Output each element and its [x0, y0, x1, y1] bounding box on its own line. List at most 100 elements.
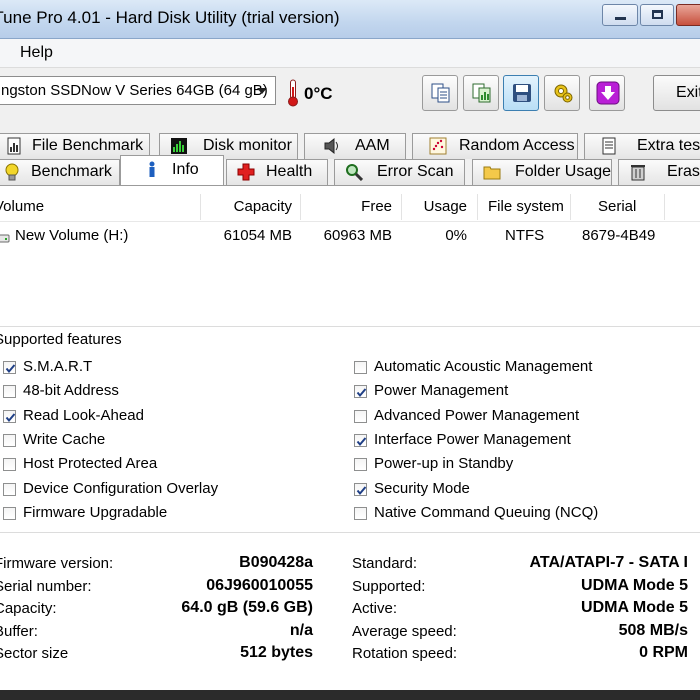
feature-row[interactable]: Firmware Upgradable [3, 504, 303, 524]
checkbox-unchecked[interactable] [3, 385, 16, 399]
tab-random-access[interactable]: Random Access [412, 133, 578, 159]
column-header-usage[interactable]: Usage [401, 198, 467, 215]
feature-row[interactable]: Host Protected Area [3, 455, 303, 475]
copy-screenshot-button[interactable] [463, 75, 499, 111]
copy-text-icon [431, 83, 450, 103]
section-divider [0, 326, 700, 327]
detail-value: ATA/ATAPI-7 - SATA I [529, 554, 689, 571]
feature-row[interactable]: Device Configuration Overlay [3, 480, 303, 500]
checkmark-icon [356, 485, 367, 495]
close-button[interactable] [676, 4, 700, 26]
tab-extra-tests[interactable]: Extra tests [584, 133, 700, 159]
section-divider [0, 532, 700, 533]
feature-row[interactable]: 48-bit Address [3, 382, 303, 402]
tab-benchmark[interactable]: Benchmark [0, 159, 120, 185]
column-divider [477, 194, 478, 220]
checkbox-unchecked[interactable] [354, 458, 367, 472]
window-bottom-edge [0, 690, 700, 700]
tab-label: Random Access [459, 137, 575, 154]
feature-row[interactable]: Read Look-Ahead [3, 407, 303, 427]
exit-button[interactable]: Exit [653, 75, 700, 111]
feature-label: S.M.A.R.T [23, 358, 93, 375]
feature-label: Power-up in Standby [374, 455, 514, 473]
maximize-button[interactable] [640, 4, 674, 26]
tab-label: Health [266, 163, 313, 180]
tab-folder-usage[interactable]: Folder Usage [472, 159, 612, 185]
volume-usage: 0% [445, 227, 467, 244]
checkmark-icon [356, 388, 367, 398]
trash-icon [631, 165, 645, 181]
tab-error-scan[interactable]: Error Scan [334, 159, 465, 185]
detail-label: Buffer: [0, 622, 38, 640]
checkbox-unchecked[interactable] [3, 433, 16, 447]
tab-label: Erase [667, 163, 700, 180]
feature-row[interactable]: Security Mode [354, 480, 654, 500]
temperature-value: 0°C [304, 84, 333, 103]
column-header-file-system[interactable]: File system [488, 198, 564, 215]
options-icon [554, 84, 573, 103]
feature-row[interactable]: Advanced Power Management [354, 407, 654, 427]
feature-row[interactable]: Interface Power Management [354, 431, 654, 451]
tab-health[interactable]: Health [226, 159, 328, 185]
detail-value: 64.0 gB (59.6 GB) [181, 599, 313, 617]
supported-features-title: Supported features [0, 331, 122, 348]
column-header-volume[interactable]: Volume [0, 198, 44, 215]
tab-erase[interactable]: Erase [618, 159, 700, 185]
options-button[interactable] [544, 75, 580, 111]
copy-text-button[interactable] [422, 75, 458, 111]
feature-label: Device Configuration Overlay [23, 479, 219, 497]
checkmark-icon [356, 437, 367, 446]
tab-aam[interactable]: AAM [304, 133, 406, 159]
tab-label: Error Scan [377, 163, 454, 180]
checkbox-checked[interactable] [354, 433, 367, 447]
menu-item-help[interactable]: Help [20, 44, 53, 62]
feature-label: Read Look-Ahead [23, 406, 144, 424]
checkbox-unchecked[interactable] [354, 361, 367, 374]
feature-row[interactable]: Native Command Queuing (NCQ) [354, 504, 654, 524]
feature-row[interactable]: Power-up in Standby [354, 455, 654, 475]
tab-label: Benchmark [31, 163, 112, 180]
download-button[interactable] [589, 75, 625, 111]
drive-select-value: ngston SSDNow V Series 64GB (64 gB) [1, 82, 268, 99]
health-cross-icon [237, 163, 255, 181]
column-header-serial[interactable]: Serial [598, 198, 636, 215]
lightbulb-icon [5, 163, 19, 181]
checkbox-checked[interactable] [354, 482, 367, 496]
maximize-icon [652, 10, 663, 19]
info-icon [149, 161, 155, 177]
detail-label: Firmware version: [0, 555, 114, 572]
checkbox-unchecked[interactable] [354, 506, 367, 520]
detail-value: 512 bytes [240, 644, 313, 662]
feature-row[interactable]: Write Cache [3, 431, 303, 451]
feature-label: Security Mode [374, 479, 470, 497]
checkbox-checked[interactable] [3, 409, 16, 423]
checkbox-unchecked[interactable] [3, 482, 16, 496]
detail-value: B090428a [239, 554, 313, 571]
download-icon [596, 81, 620, 105]
minimize-icon [615, 17, 626, 20]
title-bar[interactable]: ID Tune Pro 4.01 - Hard Disk Utility (tr… [0, 0, 700, 39]
feature-row[interactable]: Power Management [354, 382, 654, 402]
feature-label: Firmware Upgradable [23, 503, 168, 521]
window-title: ID Tune Pro 4.01 - Hard Disk Utility (tr… [0, 8, 340, 27]
column-header-capacity[interactable]: Capacity [200, 198, 292, 215]
feature-row[interactable]: Automatic Acoustic Management [354, 358, 654, 378]
tab-label: Disk monitor [203, 137, 292, 154]
volume-name: New Volume (H:) [15, 227, 129, 244]
drive-select[interactable]: ngston SSDNow V Series 64GB (64 gB) [0, 76, 276, 105]
minimize-button[interactable] [602, 4, 638, 26]
save-button[interactable] [503, 75, 539, 111]
feature-row[interactable]: S.M.A.R.T [3, 358, 303, 378]
checkbox-checked[interactable] [354, 385, 367, 399]
detail-label: Active: [352, 600, 398, 618]
feature-label: Interface Power Management [374, 430, 571, 448]
checkbox-unchecked[interactable] [3, 506, 16, 520]
checkbox-unchecked[interactable] [354, 409, 367, 423]
detail-label: Serial number: [0, 577, 92, 595]
checkmark-icon [5, 412, 16, 422]
tab-info[interactable]: Info [120, 155, 224, 185]
column-header-free[interactable]: Free [300, 198, 392, 215]
checkbox-unchecked[interactable] [3, 458, 16, 472]
checkbox-checked[interactable] [3, 361, 16, 374]
feature-label: 48-bit Address [23, 382, 119, 400]
